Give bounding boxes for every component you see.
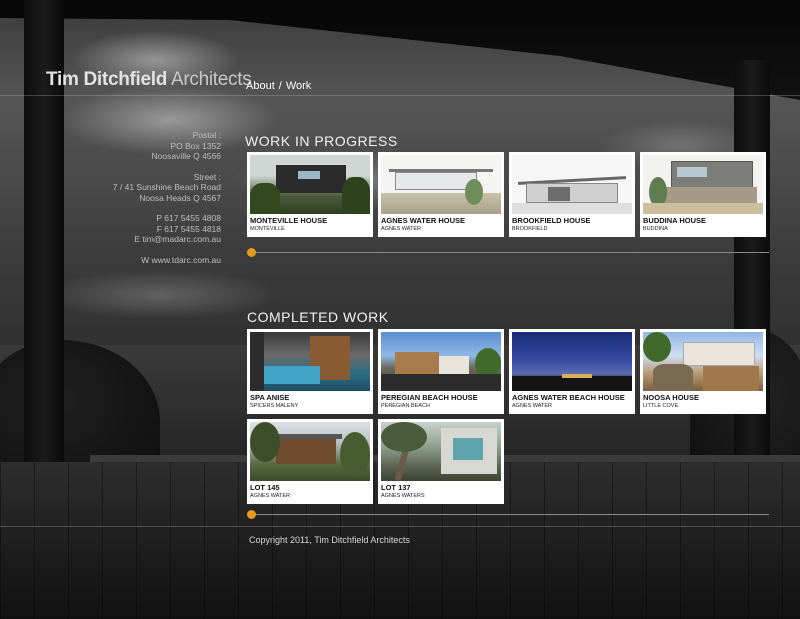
project-card-agnes-water[interactable]: AGNES WATER HOUSE AGNES WATER bbox=[378, 152, 504, 237]
project-thumbnail bbox=[512, 155, 632, 214]
project-title: MONTEVILLE HOUSE bbox=[250, 216, 328, 225]
project-card-agnes-water-beach[interactable]: AGNES WATER BEACH HOUSE AGNES WATER bbox=[509, 329, 635, 414]
project-thumbnail bbox=[250, 332, 370, 391]
project-card-peregian-beach[interactable]: PEREGIAN BEACH HOUSE PEREGIAN BEACH bbox=[378, 329, 504, 414]
postal-label: Postal : bbox=[192, 130, 221, 140]
project-title: LOT 145 bbox=[250, 483, 280, 492]
completed-work-heading: COMPLETED WORK bbox=[247, 309, 389, 325]
copyright-text: Copyright 2011, Tim Ditchfield Architect… bbox=[249, 535, 410, 545]
project-card-noosa[interactable]: NOOSA HOUSE LITTLE COVE bbox=[640, 329, 766, 414]
contact-info: Postal : PO Box 1352 Noosaville Q 4566 S… bbox=[113, 130, 221, 265]
project-thumbnail bbox=[643, 155, 763, 214]
header-divider bbox=[0, 95, 800, 96]
project-title: BUDDINA HOUSE bbox=[643, 216, 707, 225]
work-in-progress-heading: WORK IN PROGRESS bbox=[245, 133, 398, 149]
project-card-monteville[interactable]: MONTEVILLE HOUSE MONTEVILLE bbox=[247, 152, 373, 237]
project-location: SPICERS MALENY bbox=[250, 403, 299, 409]
project-card-lot-145[interactable]: LOT 145 AGNES WATER bbox=[247, 419, 373, 504]
project-thumbnail bbox=[250, 155, 370, 214]
footer-divider bbox=[0, 526, 800, 527]
project-card-brookfield[interactable]: BROOKFIELD HOUSE BROOKFIELD bbox=[509, 152, 635, 237]
fax-number: F 617 5455 4818 bbox=[156, 223, 221, 234]
phone-number: P 617 5455 4808 bbox=[156, 213, 221, 223]
project-title: NOOSA HOUSE bbox=[643, 393, 699, 402]
project-location: AGNES WATER bbox=[381, 226, 422, 232]
project-thumbnail bbox=[250, 422, 370, 481]
project-thumbnail bbox=[381, 155, 501, 214]
slider-track bbox=[247, 252, 769, 253]
work-in-progress-grid: MONTEVILLE HOUSE MONTEVILLE AGNES WATER … bbox=[247, 152, 766, 237]
slider-handle[interactable] bbox=[247, 510, 256, 519]
project-title: LOT 137 bbox=[381, 483, 411, 492]
postal-line2: Noosaville Q 4566 bbox=[151, 151, 221, 161]
project-location: AGNES WATER bbox=[512, 403, 553, 409]
work-in-progress-slider[interactable] bbox=[247, 248, 769, 258]
project-title: SPA ANISE bbox=[250, 393, 290, 402]
project-location: LITTLE COVE bbox=[643, 403, 679, 409]
street-label: Street : bbox=[193, 171, 221, 182]
email-link[interactable]: E tim@madarc.com.au bbox=[113, 234, 221, 245]
project-location: MONTEVILLE bbox=[250, 226, 285, 232]
project-card-buddina[interactable]: BUDDINA HOUSE BUDDINA bbox=[640, 152, 766, 237]
project-location: BROOKFIELD bbox=[512, 226, 548, 232]
nav-link-about[interactable]: About bbox=[246, 80, 275, 92]
logo-suffix: Architects bbox=[167, 69, 252, 90]
completed-work-slider[interactable] bbox=[247, 510, 769, 520]
project-title: AGNES WATER HOUSE bbox=[381, 216, 466, 225]
project-title: PEREGIAN BEACH HOUSE bbox=[381, 393, 478, 402]
project-location: BUDDINA bbox=[643, 226, 668, 232]
slider-handle[interactable] bbox=[247, 248, 256, 257]
project-thumbnail bbox=[381, 422, 501, 481]
street-line1: 7 / 41 Sunshine Beach Road bbox=[112, 182, 221, 192]
project-location: AGNES WATER bbox=[250, 493, 291, 499]
project-title: AGNES WATER BEACH HOUSE bbox=[512, 393, 625, 402]
project-card-spa-anise[interactable]: SPA ANISE SPICERS MALENY bbox=[247, 329, 373, 414]
project-thumbnail bbox=[643, 332, 763, 391]
site-logo[interactable]: Tim Ditchfield Architects bbox=[46, 69, 252, 91]
project-location: AGNES WATERS bbox=[381, 493, 425, 499]
street-line2: Noosa Heads Q 4567 bbox=[139, 192, 221, 203]
project-thumbnail bbox=[381, 332, 501, 391]
postal-line1: PO Box 1352 bbox=[170, 140, 221, 151]
nav-separator: / bbox=[278, 80, 282, 92]
project-card-lot-137[interactable]: LOT 137 AGNES WATERS bbox=[378, 419, 504, 504]
main-nav: About / Work bbox=[246, 80, 311, 92]
logo-name: Tim Ditchfield bbox=[46, 69, 168, 90]
slider-track bbox=[247, 514, 769, 515]
nav-link-work[interactable]: Work bbox=[286, 80, 311, 92]
web-link[interactable]: W www.tdarc.com.au bbox=[113, 255, 221, 266]
project-title: BROOKFIELD HOUSE bbox=[512, 216, 591, 225]
project-location: PEREGIAN BEACH bbox=[381, 403, 430, 409]
project-thumbnail bbox=[512, 332, 632, 391]
completed-work-grid: SPA ANISE SPICERS MALENY PEREGIAN BEACH … bbox=[247, 329, 766, 504]
